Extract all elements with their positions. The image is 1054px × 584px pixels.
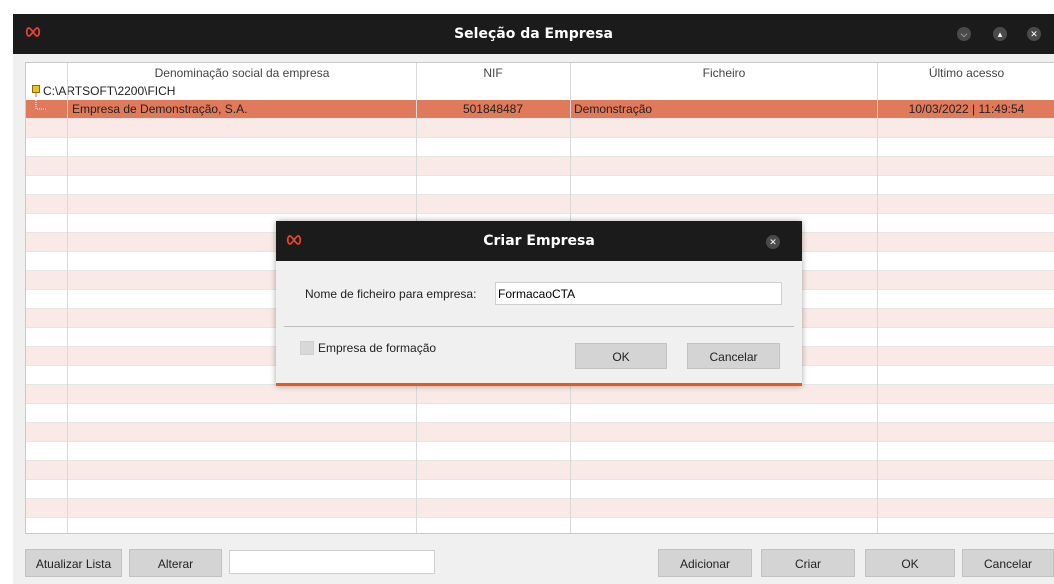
create-company-dialog: Criar Empresa ✕ Nome de ficheiro para em… [276,221,802,386]
column-header-name[interactable]: Denominação social da empresa [68,63,416,83]
top-strip [0,0,1054,14]
close-icon[interactable]: ✕ [1027,27,1041,41]
table-row[interactable] [26,442,1054,461]
filename-label: Nome de ficheiro para empresa: [305,287,477,301]
maximize-icon[interactable]: ▴ [993,27,1007,41]
column-divider [877,63,878,533]
company-name-cell: Empresa de Demonstração, S.A. [72,102,248,116]
table-row[interactable] [26,138,1054,157]
table-row[interactable] [26,195,1054,214]
column-header-file[interactable]: Ficheiro [571,63,877,83]
company-last-access-cell: 10/03/2022 | 11:49:54 [908,102,1025,116]
training-company-label: Empresa de formação [318,341,437,355]
create-button[interactable]: Criar [761,549,855,577]
search-input[interactable] [229,550,435,574]
refresh-list-button[interactable]: Atualizar Lista [25,549,122,577]
dialog-titlebar[interactable]: Criar Empresa ✕ [276,221,802,261]
column-header-nif[interactable]: NIF [417,63,569,83]
ok-button[interactable]: OK [865,549,955,577]
table-row[interactable] [26,119,1054,138]
tree-path-label: C:\ARTSOFT\2200\FICH [43,84,176,98]
table-row[interactable] [26,480,1054,499]
add-button[interactable]: Adicionar [658,549,752,577]
dialog-ok-button[interactable]: OK [575,343,667,369]
table-row[interactable] [26,461,1054,480]
table-row[interactable]: Empresa de Demonstração, S.A. 501848487 … [26,100,1054,119]
dialog-cancel-button[interactable]: Cancelar [687,343,780,369]
company-nif-cell: 501848487 [462,102,524,116]
dialog-divider [284,326,794,327]
table-row[interactable] [26,176,1054,195]
table-row[interactable] [26,518,1054,533]
table-row[interactable] [26,499,1054,518]
close-icon[interactable]: ✕ [766,235,780,249]
tree-connector [26,100,68,118]
dialog-title: Criar Empresa [483,233,595,249]
filename-input[interactable] [495,282,782,305]
cancel-button[interactable]: Cancelar [962,549,1054,577]
company-file-cell: Demonstração [574,102,653,116]
tree-path-row[interactable]: C:\ARTSOFT\2200\FICH [26,83,1054,100]
table-row[interactable] [26,157,1054,176]
minimize-icon[interactable]: ⌵ [957,27,971,41]
table-row[interactable] [26,423,1054,442]
window-title: Seleção da Empresa [454,26,613,42]
table-header: Denominação social da empresa NIF Fichei… [26,63,1054,84]
table-row[interactable] [26,385,1054,404]
training-company-checkbox[interactable] [300,341,314,355]
table-row[interactable] [26,404,1054,423]
window-titlebar[interactable]: Seleção da Empresa ⌵ ▴ ✕ [13,14,1054,54]
column-header-last-access[interactable]: Último acesso [878,63,1054,83]
column-divider [67,63,68,533]
edit-button[interactable]: Alterar [129,549,222,577]
